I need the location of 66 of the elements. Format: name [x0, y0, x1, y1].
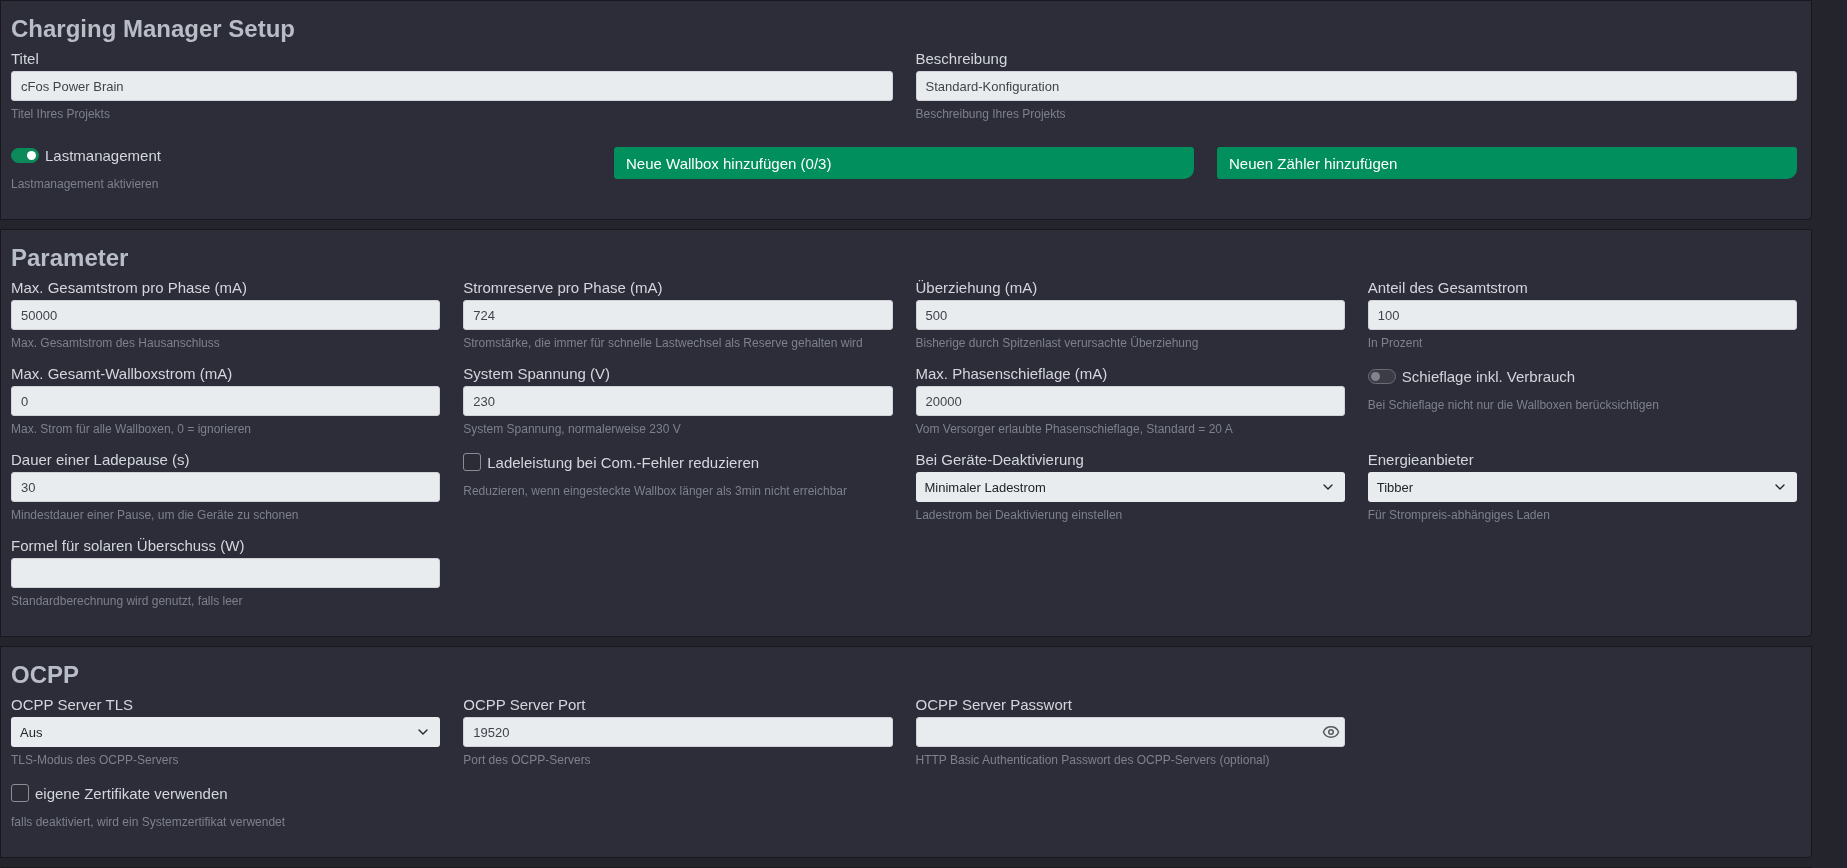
text-field[interactable]: Standard-Konfiguration	[915, 71, 1797, 101]
text-field[interactable]: 50000	[11, 300, 441, 330]
help-text: In Prozent	[1367, 336, 1424, 351]
text-field[interactable]: cFos Power Brain	[11, 71, 893, 101]
text-field[interactable]: 724	[463, 300, 893, 330]
help-text: Titel Ihres Projekts	[11, 107, 111, 122]
checkbox-label: eigene Zertifikate verwenden	[35, 784, 228, 802]
select-field[interactable]: Minimaler Ladestrom	[915, 472, 1345, 502]
eye-icon[interactable]	[1321, 723, 1340, 741]
password-field[interactable]	[915, 717, 1345, 747]
field-label: Bei Geräte-Deaktivierung	[915, 450, 1085, 470]
field-label: Energieanbieter	[1367, 450, 1475, 470]
toggle-switch[interactable]	[1367, 368, 1396, 384]
help-text: System Spannung, normalerweise 230 V	[463, 422, 682, 437]
field-label: OCPP Server Port	[463, 695, 587, 715]
section-title: OCPP	[11, 661, 80, 689]
help-text: Standardberechnung wird genutzt, falls leer	[11, 594, 244, 609]
checkbox[interactable]	[463, 453, 482, 471]
checkbox-label: Ladeleistung bei Com.-Fehler reduzieren	[487, 453, 760, 471]
section-title: Parameter	[11, 244, 130, 272]
select-field[interactable]: Tibber	[1367, 472, 1797, 502]
add-button[interactable]: Neue Wallbox hinzufügen (0/3)	[614, 147, 1194, 179]
help-text: Reduzieren, wenn eingesteckte Wallbox länger als 3min nicht erreichbar	[463, 484, 848, 499]
field-label: Formel für solaren Überschuss (W)	[11, 536, 246, 556]
field-label: Dauer einer Ladepause (s)	[11, 450, 191, 470]
help-text: Max. Gesamtstrom des Hausanschluss	[11, 336, 221, 351]
text-field[interactable]	[11, 558, 441, 588]
field-label: Max. Gesamtstrom pro Phase (mA)	[11, 278, 248, 298]
text-field[interactable]: 20000	[915, 386, 1345, 416]
help-text: Beschreibung Ihres Projekts	[915, 107, 1067, 122]
help-text: Lastmanagement aktivieren	[11, 177, 160, 192]
help-text: Bisherige durch Spitzenlast verursachte Überziehung	[915, 336, 1200, 351]
help-text: Stromstärke, die immer für schnelle Lastwechsel als Reserve gehalten wird	[463, 336, 864, 351]
help-text: Port des OCPP-Servers	[463, 753, 592, 768]
checkbox[interactable]	[11, 784, 29, 802]
help-text: Bei Schieflage nicht nur die Wallboxen berücksichtigen	[1367, 398, 1660, 413]
help-text: Mindestdauer einer Pause, um die Geräte zu schonen	[11, 508, 300, 523]
field-label: Überziehung (mA)	[915, 278, 1039, 298]
field-label: Titel	[11, 49, 40, 69]
field-label: OCPP Server Passwort	[915, 695, 1073, 715]
add-button[interactable]: Neuen Zähler hinzufügen	[1217, 147, 1797, 179]
field-label: Stromreserve pro Phase (mA)	[463, 278, 664, 298]
field-label: System Spannung (V)	[463, 364, 611, 384]
text-field[interactable]: 19520	[463, 717, 893, 747]
text-field[interactable]: 30	[11, 472, 441, 502]
field-label: OCPP Server TLS	[11, 695, 134, 715]
select-field[interactable]: Aus	[11, 717, 441, 747]
help-text: TLS-Modus des OCPP-Servers	[11, 753, 180, 768]
field-label: Beschreibung	[915, 49, 1009, 69]
text-field[interactable]: 100	[1367, 300, 1797, 330]
help-text: Max. Strom für alle Wallboxen, 0 = ignorieren	[11, 422, 252, 437]
help-text: Ladestrom bei Deaktivierung einstellen	[915, 508, 1124, 523]
text-field[interactable]: 230	[463, 386, 893, 416]
field-label: Anteil des Gesamtstrom	[1367, 278, 1529, 298]
help-text: falls deaktiviert, wird ein Systemzertifikat verwendet	[11, 815, 287, 830]
help-text: Für Strompreis-abhängiges Laden	[1367, 508, 1551, 523]
switch-label: Schieflage inkl. Verbrauch	[1401, 367, 1576, 385]
toggle-switch[interactable]	[11, 147, 39, 163]
field-label: Max. Gesamt-Wallboxstrom (mA)	[11, 364, 234, 384]
field-label: Max. Phasenschieflage (mA)	[915, 364, 1109, 384]
help-text: HTTP Basic Authentication Passwort des OCPP-Servers (optional)	[915, 753, 1271, 768]
section-title: Charging Manager Setup	[11, 15, 297, 43]
switch-label: Lastmanagement	[45, 146, 161, 164]
text-field[interactable]: 500	[915, 300, 1345, 330]
text-field[interactable]: 0	[11, 386, 441, 416]
help-text: Vom Versorger erlaubte Phasenschieflage, Standard = 20 A	[915, 422, 1234, 437]
